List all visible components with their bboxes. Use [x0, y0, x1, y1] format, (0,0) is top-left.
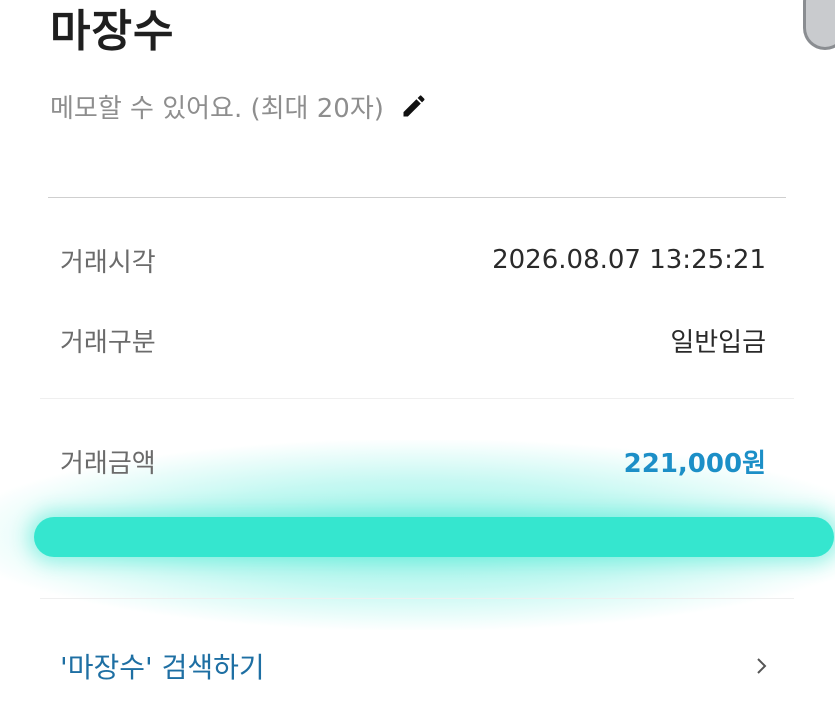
detail-value: 2026.08.07 13:25:21 — [492, 245, 766, 275]
detail-row-type: 거래구분 일반입금 — [60, 318, 766, 362]
search-link-row[interactable]: '마장수' 검색하기 — [60, 642, 770, 690]
detail-label: 거래시각 — [60, 247, 156, 278]
chevron-right-icon[interactable] — [754, 656, 770, 676]
amount-value: 221,000원 — [623, 448, 766, 479]
search-link-label[interactable]: '마장수' 검색하기 — [60, 646, 265, 686]
memo-placeholder[interactable]: 메모할 수 있어요. (최대 20자) — [50, 88, 384, 125]
pencil-icon[interactable] — [400, 92, 428, 120]
detail-row-amount: 거래금액 221,000원 — [60, 439, 766, 483]
transaction-detail-page: 마장수 메모할 수 있어요. (최대 20자) 거래시각 2026.08.07 … — [0, 0, 835, 727]
memo-row[interactable]: 메모할 수 있어요. (최대 20자) — [50, 84, 428, 128]
detail-label: 거래구분 — [60, 327, 156, 358]
highlight-bar — [34, 517, 834, 557]
row-divider — [40, 398, 794, 399]
row-divider — [40, 598, 794, 599]
detail-label: 거래금액 — [60, 448, 156, 479]
section-divider — [48, 197, 786, 198]
corner-tab[interactable] — [803, 0, 835, 50]
detail-row-time: 거래시각 2026.08.07 13:25:21 — [60, 238, 766, 282]
detail-value: 일반입금 — [670, 327, 766, 358]
page-title: 마장수 — [50, 6, 175, 57]
